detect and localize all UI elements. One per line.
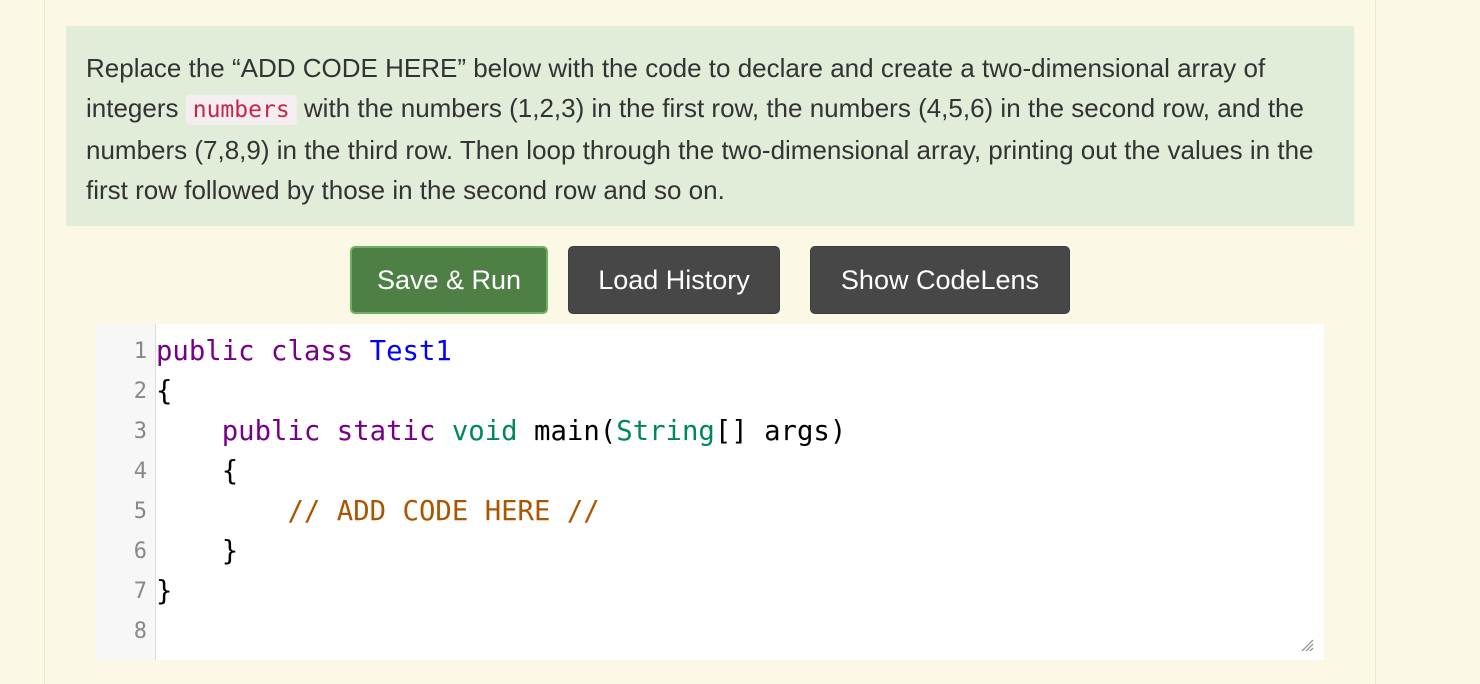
code-line-2: { <box>156 376 173 407</box>
page: Replace the “ADD CODE HERE” below with t… <box>0 0 1480 684</box>
code-line-7: } <box>156 576 173 607</box>
type-void: void <box>451 416 518 447</box>
keyword-public: public <box>156 336 255 367</box>
line-number: 2 <box>133 379 147 404</box>
line-number: 8 <box>133 619 147 644</box>
line-number: 7 <box>133 579 147 604</box>
code-editor[interactable]: 1 2 3 4 5 6 7 8 public class Test1 { pub… <box>96 324 1324 660</box>
show-codelens-button[interactable]: Show CodeLens <box>810 246 1070 314</box>
keyword-static: static <box>336 416 436 447</box>
keyword-class: class <box>271 336 354 367</box>
class-name: Test1 <box>369 336 452 367</box>
code-line-5: // ADD CODE HERE // <box>156 492 600 532</box>
line-number: 4 <box>133 459 147 484</box>
keyword-public: public <box>221 416 321 447</box>
code-comment: // ADD CODE HERE // <box>287 496 600 527</box>
line-number-gutter: 1 2 3 4 5 6 7 8 <box>96 324 156 660</box>
inline-code-numbers: numbers <box>185 95 297 125</box>
resize-handle-icon[interactable] <box>1300 638 1314 652</box>
line-number: 5 <box>133 499 147 524</box>
save-run-button[interactable]: Save & Run <box>350 246 548 314</box>
line-number: 6 <box>133 539 147 564</box>
code-line-6: } <box>156 536 239 567</box>
code-line-3: public static void main(String[] args) <box>156 412 847 452</box>
code-line-1: public class Test1 <box>156 332 452 372</box>
load-history-button[interactable]: Load History <box>568 246 780 314</box>
line-number: 1 <box>133 339 147 364</box>
instructions-box: Replace the “ADD CODE HERE” below with t… <box>66 26 1354 226</box>
type-string: String <box>616 416 715 447</box>
method-signature: main( <box>534 416 617 447</box>
line-number: 3 <box>133 419 147 444</box>
method-args: [] args) <box>714 416 847 447</box>
code-line-4: { <box>156 456 239 487</box>
